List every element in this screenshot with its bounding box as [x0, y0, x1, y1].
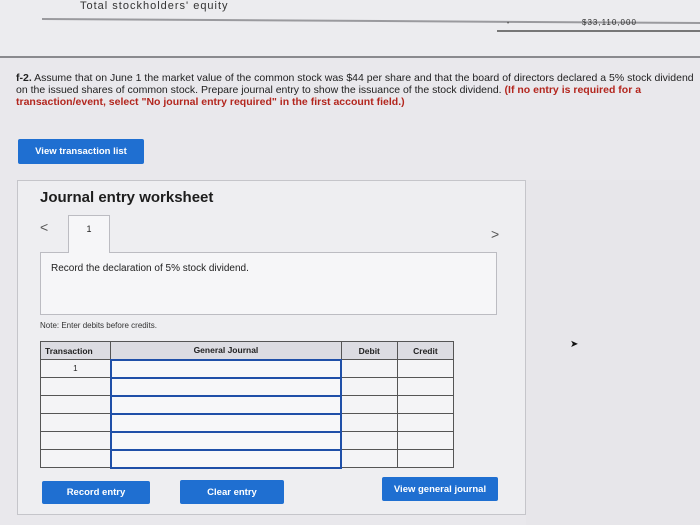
- transaction-cell: [39, 377, 112, 396]
- header-general-journal: General Journal: [110, 341, 342, 360]
- view-general-journal-button[interactable]: View general journal: [382, 477, 498, 501]
- bullet-dot: •: [507, 21, 510, 27]
- debit-field[interactable]: [340, 413, 398, 432]
- table-row: [39, 448, 455, 469]
- equity-label: Total stockholders' equity: [80, 0, 229, 12]
- chevron-right-icon[interactable]: >: [491, 226, 499, 242]
- debit-field[interactable]: [340, 395, 398, 414]
- credit-field[interactable]: [396, 449, 455, 468]
- account-field[interactable]: [109, 448, 343, 469]
- table-row: [39, 394, 455, 415]
- transaction-description: Record the declaration of 5% stock divid…: [51, 263, 249, 274]
- debit-field[interactable]: [340, 377, 398, 396]
- transaction-cell: [39, 413, 112, 432]
- transaction-cell: [39, 395, 112, 414]
- account-field[interactable]: [109, 412, 343, 433]
- account-field[interactable]: [109, 376, 343, 397]
- journal-entry-worksheet: Journal entry worksheet < Record the dec…: [17, 180, 526, 515]
- worksheet-title: Journal entry worksheet: [40, 189, 214, 206]
- total-underline: [497, 30, 700, 32]
- table-row: [39, 376, 455, 397]
- table-row: 1: [39, 358, 455, 379]
- table-row: [39, 430, 455, 451]
- debit-field[interactable]: [340, 431, 398, 450]
- question-text: f-2. Assume that on June 1 the market va…: [16, 72, 700, 108]
- header-transaction: Transaction: [39, 341, 112, 360]
- credit-field[interactable]: [396, 359, 455, 378]
- credit-field[interactable]: [396, 431, 455, 450]
- account-field[interactable]: [109, 358, 343, 379]
- credit-field[interactable]: [396, 377, 455, 396]
- transaction-cell: [39, 449, 112, 468]
- mouse-cursor-icon: ➤: [570, 339, 579, 350]
- transaction-description-box: Record the declaration of 5% stock divid…: [40, 252, 497, 315]
- view-transaction-list-button[interactable]: View transaction list: [18, 139, 144, 164]
- debit-credit-note: Note: Enter debits before credits.: [40, 321, 157, 330]
- account-field[interactable]: [109, 394, 343, 415]
- debit-field[interactable]: [340, 449, 398, 468]
- credit-field[interactable]: [396, 413, 455, 432]
- transaction-cell: [39, 431, 112, 450]
- clear-entry-button[interactable]: Clear entry: [180, 480, 284, 504]
- record-entry-button[interactable]: Record entry: [42, 481, 150, 504]
- chevron-left-icon[interactable]: <: [40, 219, 48, 235]
- equity-summary-panel: Total stockholders' equity • $33,110,000: [0, 0, 700, 58]
- tab-transaction-1[interactable]: 1: [68, 215, 110, 253]
- journal-table: Transaction General Journal Debit Credit…: [39, 341, 455, 469]
- credit-field[interactable]: [396, 395, 455, 414]
- account-field[interactable]: [109, 430, 343, 451]
- header-credit: Credit: [396, 341, 455, 360]
- transaction-cell: 1: [39, 359, 112, 378]
- right-margin: [526, 180, 700, 525]
- table-row: [39, 412, 455, 433]
- question-number: f-2.: [16, 72, 32, 84]
- equity-value: $33,110,000: [582, 18, 637, 27]
- header-debit: Debit: [340, 341, 398, 360]
- debit-field[interactable]: [340, 359, 398, 378]
